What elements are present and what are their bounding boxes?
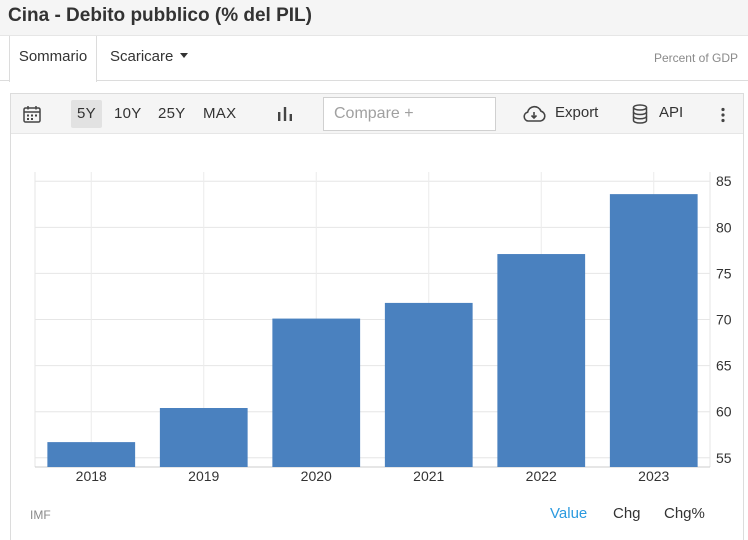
x-tick-label: 2023 [638, 468, 669, 484]
bar-2019[interactable] [159, 408, 248, 467]
view-chg-pct-button[interactable]: Chg% [664, 505, 705, 522]
y-tick-label: 60 [716, 404, 732, 420]
source-label: IMF [30, 508, 51, 522]
x-tick-label: 2022 [526, 468, 557, 484]
bar-chart: 55 60 65 70 75 80 85 2018 2019 2020 2021 2022 2023 [34, 172, 732, 484]
y-tick-label: 85 [716, 173, 732, 189]
y-tick-label: 75 [716, 265, 732, 281]
y-tick-label: 65 [716, 358, 732, 374]
bar-2022[interactable] [497, 254, 586, 467]
view-value-button[interactable]: Value [550, 505, 587, 522]
y-tick-label: 70 [716, 312, 732, 328]
bar-2021[interactable] [384, 302, 473, 467]
x-tick-label: 2020 [301, 468, 332, 484]
x-tick-label: 2021 [413, 468, 444, 484]
view-chg-button[interactable]: Chg [613, 505, 641, 522]
bar-2023[interactable] [609, 194, 698, 467]
y-tick-label: 55 [716, 450, 732, 466]
y-tick-label: 80 [716, 219, 732, 235]
bar-2018[interactable] [47, 442, 136, 467]
bar-2020[interactable] [272, 318, 361, 467]
x-tick-label: 2018 [76, 468, 107, 484]
x-tick-label: 2019 [188, 468, 219, 484]
